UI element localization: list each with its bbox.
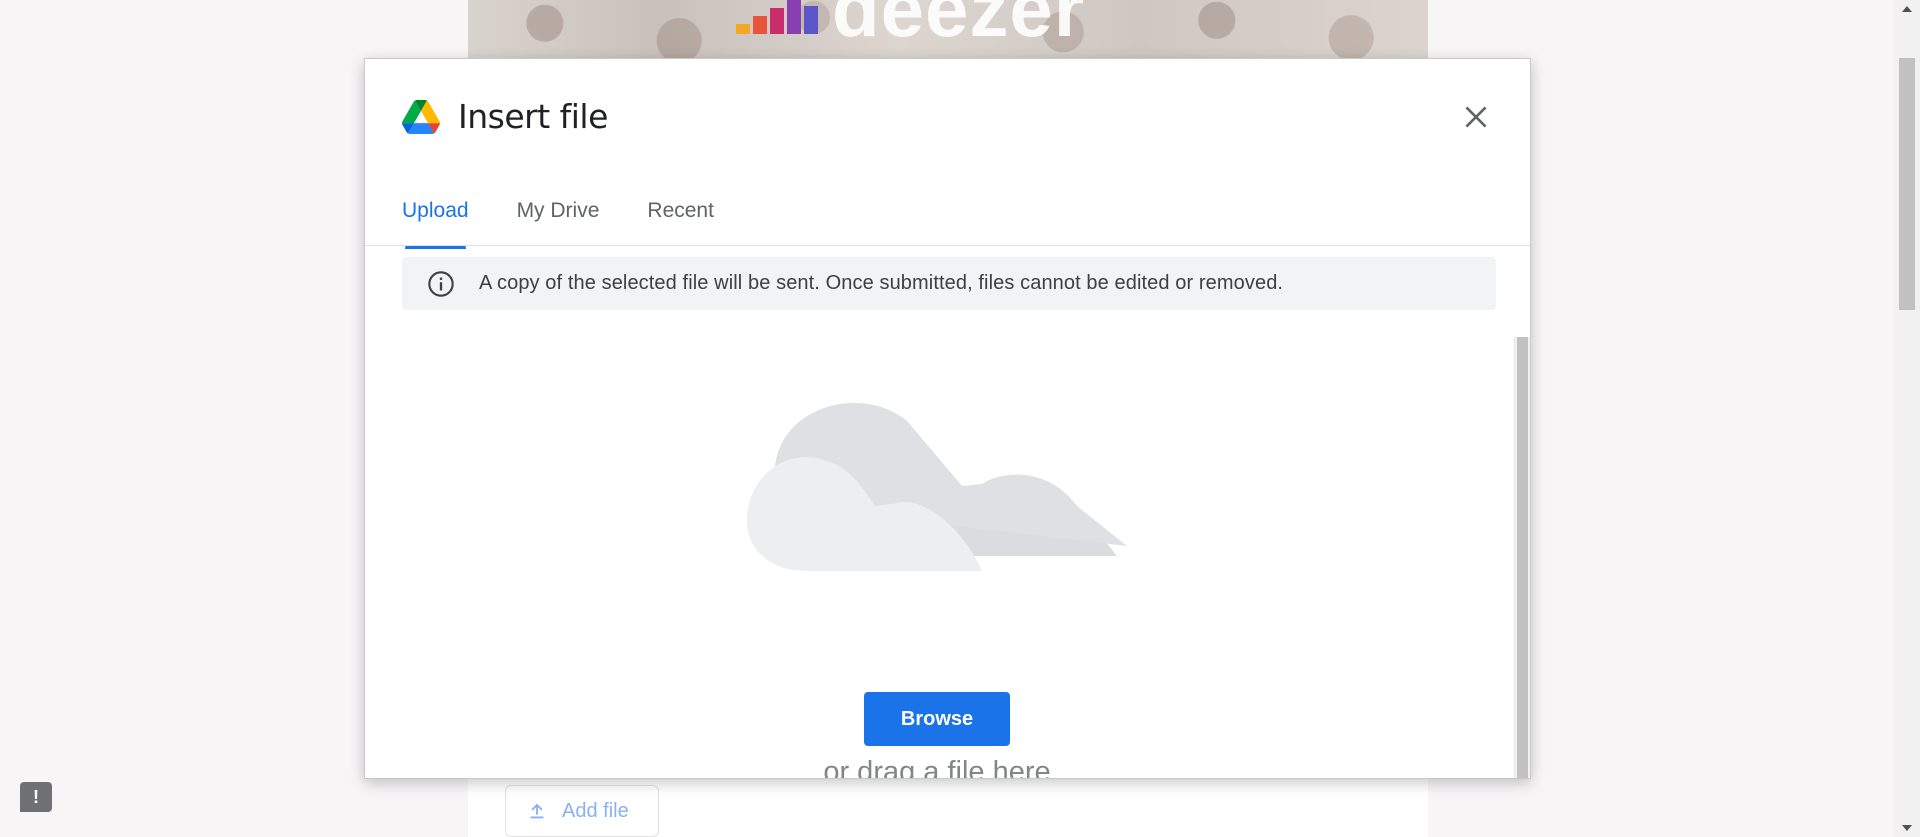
notice-banner: A copy of the selected file will be sent… (402, 257, 1496, 310)
dialog-header: Insert file (402, 97, 608, 136)
dialog-scrollbar[interactable] (1514, 337, 1530, 778)
cloud-illustration (747, 402, 1127, 571)
drag-drop-hint: or drag a file here (823, 756, 1051, 779)
upload-panel: A copy of the selected file will be sent… (365, 246, 1530, 778)
tab-upload[interactable]: Upload (402, 199, 469, 249)
insert-file-dialog: Insert file Upload My Drive Recent A cop… (364, 58, 1531, 779)
browse-button[interactable]: Browse (864, 692, 1010, 746)
dialog-title: Insert file (458, 97, 608, 136)
tab-bar: Upload My Drive Recent (402, 199, 714, 249)
close-button[interactable] (1460, 101, 1492, 133)
dialog-scrollbar-thumb[interactable] (1517, 337, 1528, 778)
tab-recent[interactable]: Recent (647, 199, 714, 249)
info-icon (428, 270, 454, 297)
google-drive-icon (402, 99, 440, 134)
tab-my-drive[interactable]: My Drive (517, 199, 600, 249)
notice-text: A copy of the selected file will be sent… (479, 272, 1284, 294)
modal-overlay: Insert file Upload My Drive Recent A cop… (0, 0, 1920, 837)
close-icon (1465, 106, 1487, 128)
